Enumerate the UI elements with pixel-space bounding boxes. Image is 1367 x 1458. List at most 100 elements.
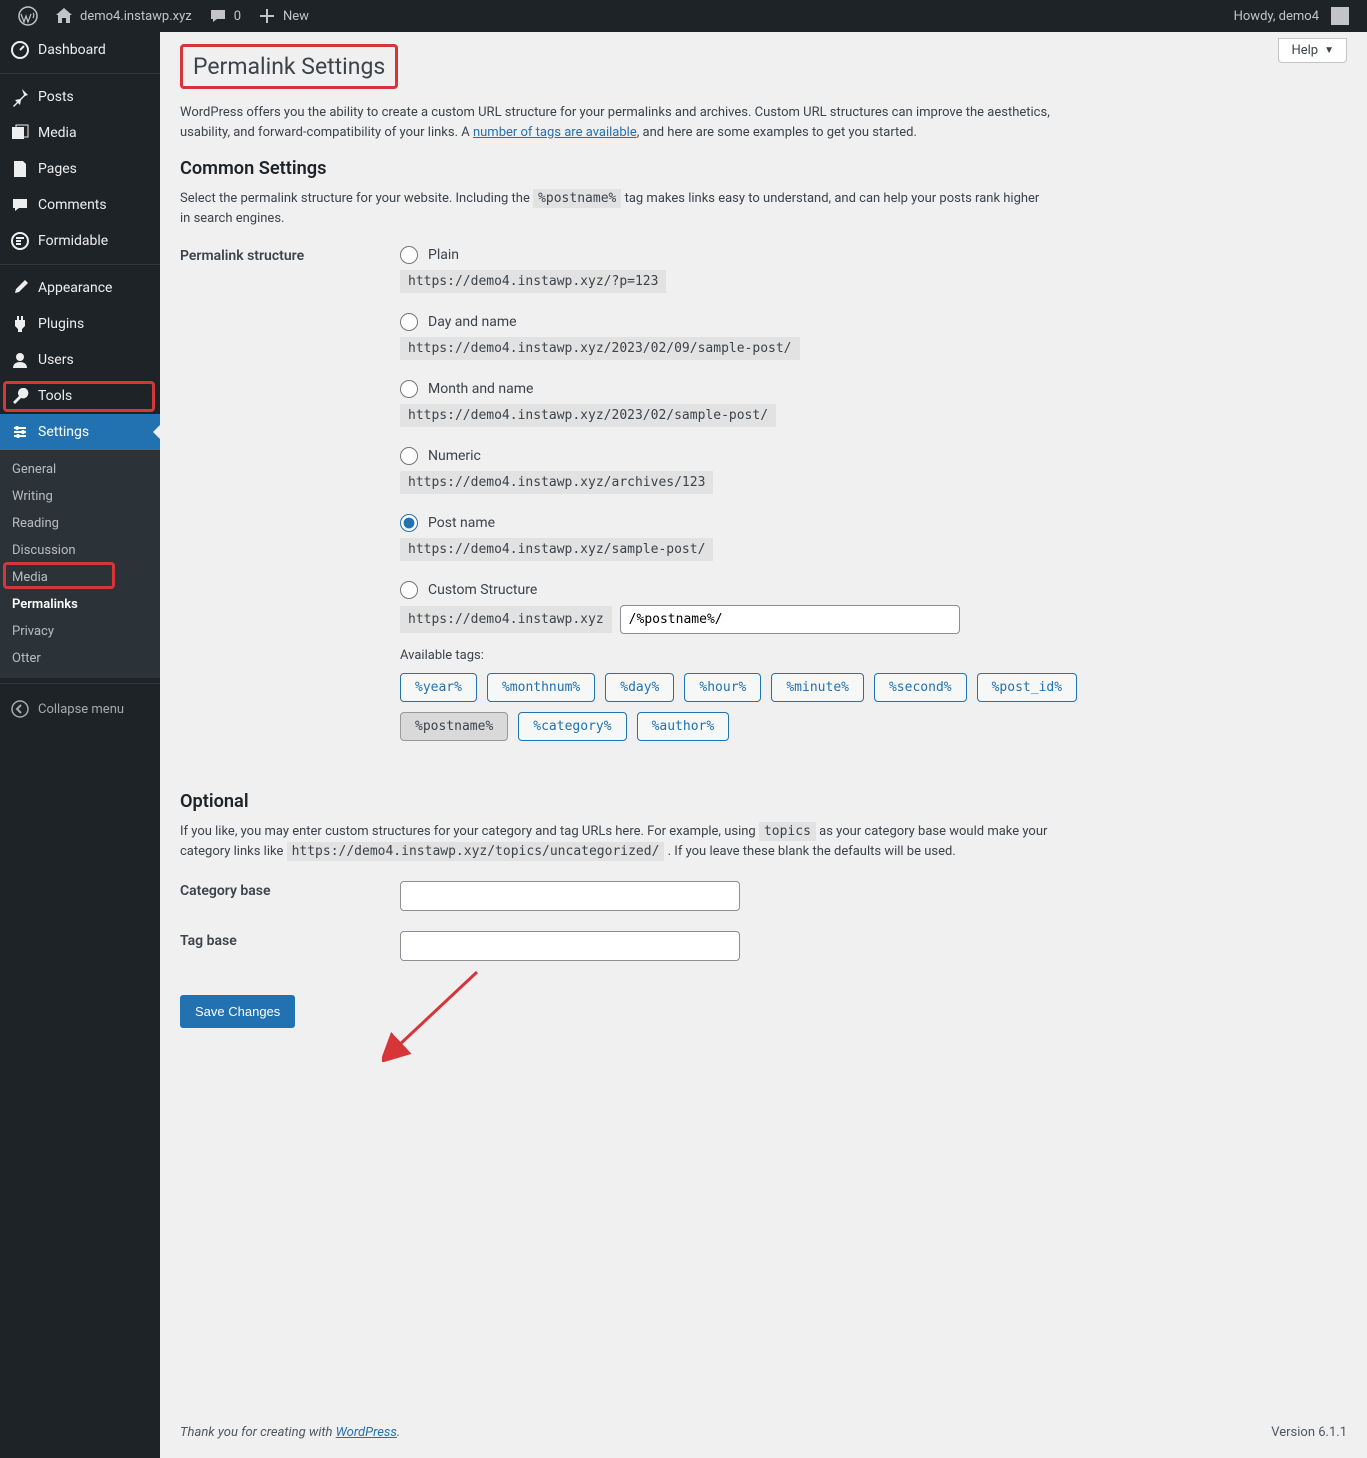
site-name-text: demo4.instawp.xyz — [80, 9, 192, 24]
radio-monthname[interactable] — [400, 380, 418, 398]
tag-hour[interactable]: %hour% — [684, 673, 761, 702]
menu-comments[interactable]: Comments — [0, 187, 160, 223]
wordpress-icon — [18, 6, 38, 26]
menu-label: Formidable — [38, 233, 108, 249]
howdy-text: Howdy, demo4 — [1234, 9, 1319, 24]
content-area: Help ▼ Permalink Settings WordPress offe… — [160, 32, 1367, 1458]
radio-plain-label: Plain — [428, 247, 459, 263]
postname-code: %postname% — [533, 189, 621, 208]
tag-minute[interactable]: %minute% — [771, 673, 864, 702]
tag-postid[interactable]: %post_id% — [977, 673, 1077, 702]
collapse-menu[interactable]: Collapse menu — [0, 689, 160, 729]
site-name[interactable]: demo4.instawp.xyz — [46, 0, 200, 32]
custom-structure-input[interactable] — [620, 605, 960, 634]
custom-prefix: https://demo4.instawp.xyz — [400, 606, 612, 633]
wordpress-link[interactable]: WordPress — [336, 1425, 397, 1440]
submenu-general[interactable]: General — [0, 456, 160, 483]
new-content[interactable]: New — [249, 0, 317, 32]
submenu-permalinks[interactable]: Permalinks — [0, 591, 160, 618]
comments-count: 0 — [234, 9, 241, 24]
tags-link[interactable]: number of tags are available — [473, 125, 637, 140]
radio-dayname[interactable] — [400, 313, 418, 331]
example-postname: https://demo4.instawp.xyz/sample-post/ — [400, 538, 713, 561]
tags-row: %year% %monthnum% %day% %hour% %minute% … — [400, 673, 1347, 702]
radio-dayname-label: Day and name — [428, 314, 517, 330]
submenu-writing[interactable]: Writing — [0, 483, 160, 510]
menu-label: Pages — [38, 161, 77, 177]
media-icon — [10, 123, 30, 143]
common-desc: Select the permalink structure for your … — [180, 189, 1050, 228]
example-plain: https://demo4.instawp.xyz/?p=123 — [400, 270, 666, 293]
tag-base-input[interactable] — [400, 931, 740, 961]
menu-media[interactable]: Media — [0, 115, 160, 151]
comment-icon — [10, 195, 30, 215]
plus-icon — [257, 6, 277, 26]
optional-desc: If you like, you may enter custom struct… — [180, 822, 1050, 861]
topics-code: topics — [759, 822, 816, 841]
menu-label: Plugins — [38, 316, 84, 332]
version-text: Version 6.1.1 — [1271, 1425, 1347, 1440]
comment-icon — [208, 6, 228, 26]
formidable-icon — [10, 231, 30, 251]
footer: Thank you for creating with WordPress. V… — [160, 1407, 1367, 1458]
menu-label: Comments — [38, 197, 107, 213]
submenu-otter[interactable]: Otter — [0, 645, 160, 672]
tag-monthnum[interactable]: %monthnum% — [487, 673, 595, 702]
radio-numeric[interactable] — [400, 447, 418, 465]
brush-icon — [10, 278, 30, 298]
menu-plugins[interactable]: Plugins — [0, 306, 160, 342]
settings-icon — [10, 422, 30, 442]
category-base-label: Category base — [180, 881, 400, 899]
tag-postname[interactable]: %postname% — [400, 712, 508, 741]
help-label: Help — [1291, 43, 1318, 58]
tag-second[interactable]: %second% — [874, 673, 967, 702]
user-greeting[interactable]: Howdy, demo4 — [1226, 0, 1357, 32]
radio-plain[interactable] — [400, 246, 418, 264]
menu-tools[interactable]: Tools — [0, 378, 160, 414]
users-icon — [10, 350, 30, 370]
submenu-reading[interactable]: Reading — [0, 510, 160, 537]
tools-icon — [10, 386, 30, 406]
submenu-media[interactable]: Media — [0, 564, 160, 591]
menu-label: Settings — [38, 424, 89, 440]
submenu-privacy[interactable]: Privacy — [0, 618, 160, 645]
example-monthname: https://demo4.instawp.xyz/2023/02/sample… — [400, 404, 776, 427]
comments-bubble[interactable]: 0 — [200, 0, 249, 32]
save-button[interactable]: Save Changes — [180, 995, 295, 1028]
dashboard-icon — [10, 40, 30, 60]
admin-bar: demo4.instawp.xyz 0 New Howdy, demo4 — [0, 0, 1367, 32]
page-title: Permalink Settings — [180, 44, 398, 89]
menu-pages[interactable]: Pages — [0, 151, 160, 187]
help-tab[interactable]: Help ▼ — [1278, 38, 1347, 63]
menu-settings[interactable]: Settings — [0, 414, 160, 450]
permalink-structure-label: Permalink structure — [180, 246, 400, 264]
menu-label: Tools — [38, 388, 72, 404]
radio-postname-label: Post name — [428, 515, 495, 531]
menu-appearance[interactable]: Appearance — [0, 270, 160, 306]
radio-numeric-label: Numeric — [428, 448, 481, 464]
radio-custom-label: Custom Structure — [428, 582, 537, 598]
radio-custom[interactable] — [400, 581, 418, 599]
tags-row-2: %postname% %category% %author% — [400, 712, 1347, 741]
menu-posts[interactable]: Posts — [0, 79, 160, 115]
menu-dashboard[interactable]: Dashboard — [0, 32, 160, 68]
tag-category[interactable]: %category% — [518, 712, 626, 741]
tag-author[interactable]: %author% — [637, 712, 730, 741]
tag-base-label: Tag base — [180, 931, 400, 949]
wp-logo[interactable] — [10, 0, 46, 32]
menu-formidable[interactable]: Formidable — [0, 223, 160, 259]
submenu-discussion[interactable]: Discussion — [0, 537, 160, 564]
tag-day[interactable]: %day% — [605, 673, 674, 702]
avatar — [1331, 7, 1349, 25]
menu-label: Appearance — [38, 280, 112, 296]
category-base-input[interactable] — [400, 881, 740, 911]
admin-sidebar: Dashboard Posts Media Pages Comments For… — [0, 32, 160, 1458]
menu-users[interactable]: Users — [0, 342, 160, 378]
example-dayname: https://demo4.instawp.xyz/2023/02/09/sam… — [400, 337, 800, 360]
tag-year[interactable]: %year% — [400, 673, 477, 702]
radio-postname[interactable] — [400, 514, 418, 532]
common-settings-heading: Common Settings — [180, 158, 1347, 179]
home-icon — [54, 6, 74, 26]
menu-label: Posts — [38, 89, 74, 105]
pin-icon — [10, 87, 30, 107]
